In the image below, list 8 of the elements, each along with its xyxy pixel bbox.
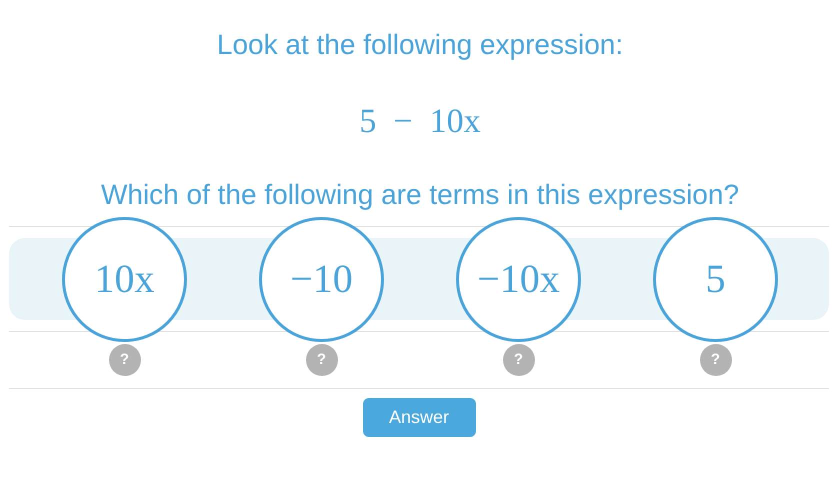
hint-button[interactable]: ? [306,344,338,376]
hint-button[interactable]: ? [700,344,732,376]
answer-button[interactable]: Answer [362,398,476,437]
expression: 5 − 10x [359,102,481,142]
prompt-text: Look at the following expression: [216,28,624,62]
question-text: Which of the following are terms in this expression? [100,178,740,212]
hint-button[interactable]: ? [108,344,140,376]
hint-button[interactable]: ? [502,344,534,376]
